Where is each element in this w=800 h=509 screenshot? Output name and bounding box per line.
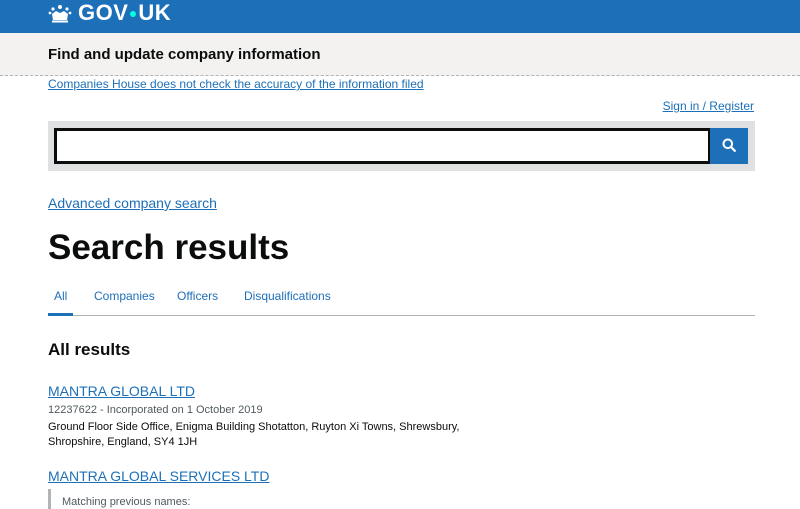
advanced-search-link[interactable]: Advanced company search [48,195,217,211]
logotype-gov: GOV [78,0,129,25]
previous-names-label: Matching previous names: [62,496,191,508]
tab-all[interactable]: All [54,289,67,303]
logotype-uk: UK [138,0,172,25]
search-button[interactable] [710,128,748,164]
tab-officers[interactable]: Officers [177,289,218,303]
search-input[interactable] [54,128,711,164]
result-address: Ground Floor Side Office, Enigma Buildin… [48,421,460,448]
tab-companies[interactable]: Companies [94,289,155,303]
govuk-logotype: GOV UK [78,0,171,26]
tab-disqualifications[interactable]: Disqualifications [244,289,331,303]
result-meta: 12237622 - Incorporated on 1 October 201… [48,404,263,416]
search-form [48,121,755,171]
page-title: Search results [48,228,290,267]
govuk-header: GOV UK [0,0,800,33]
service-name[interactable]: Find and update company information [48,46,321,63]
service-bar: Find and update company information [0,33,800,76]
logotype-dot [130,11,137,17]
previous-names-block: Matching previous names: [48,489,190,509]
active-tab-indicator [48,313,73,316]
sign-in-register-link[interactable]: Sign in / Register [663,99,754,113]
result-title-link[interactable]: MANTRA GLOBAL LTD [48,383,195,399]
result-title-link[interactable]: MANTRA GLOBAL SERVICES LTD [48,468,269,484]
crown-icon [48,3,72,23]
accuracy-notice-link[interactable]: Companies House does not check the accur… [48,77,424,91]
results-tabs: All Companies Officers Disqualifications [48,289,755,316]
section-title: All results [48,340,131,359]
search-icon [722,138,736,155]
govuk-logo-link[interactable]: GOV UK [48,0,171,26]
